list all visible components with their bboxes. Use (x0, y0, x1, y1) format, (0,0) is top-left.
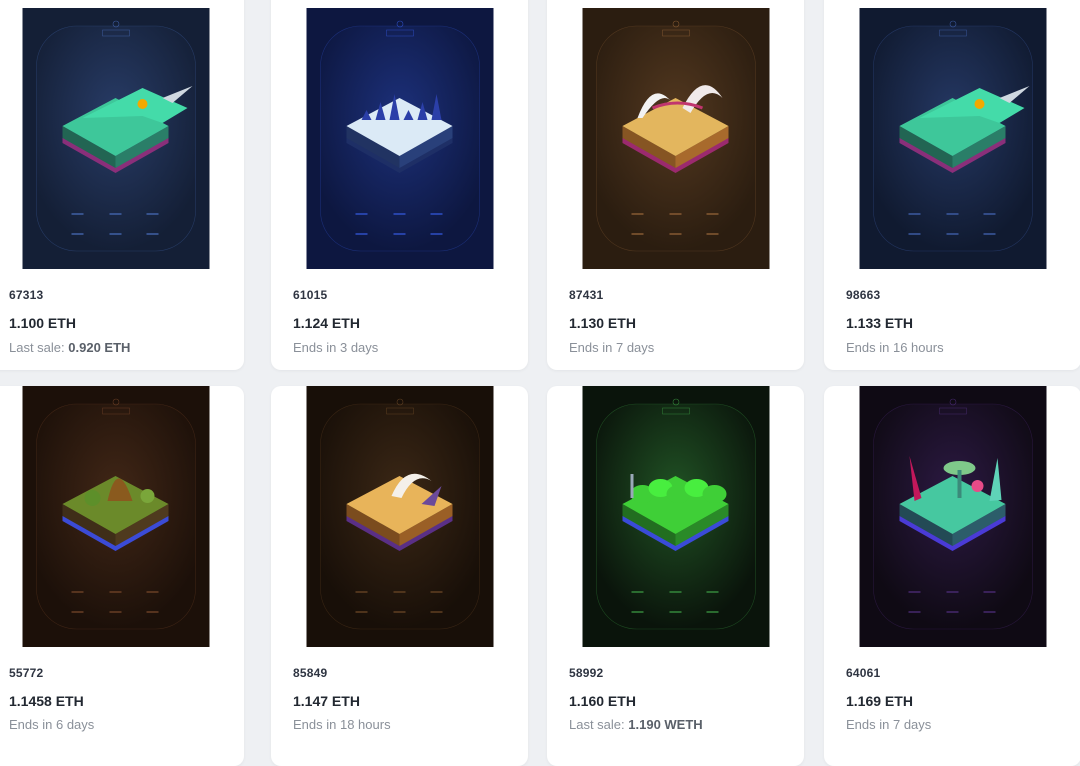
last-sale: Last sale: 1.190 WETH (569, 717, 703, 732)
nft-artwork-image[interactable] (859, 386, 1046, 647)
auction-end-time: Ends in 6 days (9, 717, 95, 732)
price: 1.133 ETH (846, 315, 913, 331)
nft-card[interactable]: 98663 1.133 ETH Ends in 16 hours (824, 0, 1080, 370)
token-id: 55772 (9, 666, 44, 680)
token-id: 98663 (846, 288, 881, 302)
price: 1.1458 ETH (9, 693, 84, 709)
token-id: 58992 (569, 666, 604, 680)
nft-card[interactable]: 85849 1.147 ETH Ends in 18 hours (271, 386, 528, 766)
nft-card[interactable]: 55772 1.1458 ETH Ends in 6 days (0, 386, 244, 766)
token-id: 67313 (9, 288, 44, 302)
nft-artwork-image[interactable] (859, 8, 1046, 269)
token-id: 87431 (569, 288, 604, 302)
auction-end-time: Ends in 7 days (569, 340, 655, 355)
price: 1.124 ETH (293, 315, 360, 331)
auction-end-time: Ends in 18 hours (293, 717, 391, 732)
price: 1.100 ETH (9, 315, 76, 331)
token-id: 61015 (293, 288, 328, 302)
price: 1.160 ETH (569, 693, 636, 709)
nft-card[interactable]: 87431 1.130 ETH Ends in 7 days (547, 0, 804, 370)
nft-card[interactable]: 61015 1.124 ETH Ends in 3 days (271, 0, 528, 370)
token-id: 85849 (293, 666, 328, 680)
last-sale: Last sale: 0.920 ETH (9, 340, 131, 355)
auction-end-time: Ends in 7 days (846, 717, 932, 732)
nft-artwork-image[interactable] (22, 386, 209, 647)
nft-artwork-image[interactable] (306, 8, 493, 269)
nft-card[interactable]: 64061 1.169 ETH Ends in 7 days (824, 386, 1080, 766)
nft-artwork-image[interactable] (306, 386, 493, 647)
nft-artwork-image[interactable] (22, 8, 209, 269)
nft-card[interactable]: 58992 1.160 ETH Last sale: 1.190 WETH (547, 386, 804, 766)
nft-card[interactable]: 67313 1.100 ETH Last sale: 0.920 ETH (0, 0, 244, 370)
nft-artwork-image[interactable] (582, 386, 769, 647)
auction-end-time: Ends in 3 days (293, 340, 379, 355)
price: 1.130 ETH (569, 315, 636, 331)
price: 1.147 ETH (293, 693, 360, 709)
nft-artwork-image[interactable] (582, 8, 769, 269)
price: 1.169 ETH (846, 693, 913, 709)
token-id: 64061 (846, 666, 881, 680)
auction-end-time: Ends in 16 hours (846, 340, 944, 355)
